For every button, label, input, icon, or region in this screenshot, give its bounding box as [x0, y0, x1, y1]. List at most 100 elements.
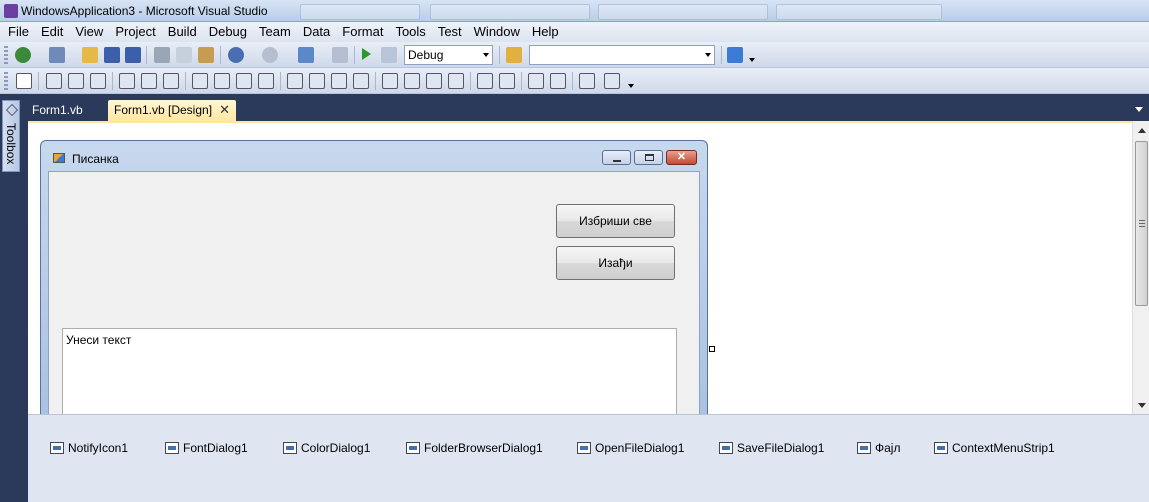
navigate-backward-icon[interactable]	[298, 47, 314, 63]
tray-folderbrowserdialog[interactable]: FolderBrowserDialog1	[406, 439, 543, 457]
align-centers-icon[interactable]	[68, 73, 84, 89]
tab-form1-code-label: Form1.vb	[32, 103, 83, 117]
tray-item-label: SaveFileDialog1	[737, 441, 825, 455]
title-bar: WindowsApplication3 - Microsoft Visual S…	[0, 0, 1149, 22]
separator	[280, 72, 281, 90]
attach-process-icon[interactable]	[381, 47, 397, 63]
tray-file-menu[interactable]: Фајл	[857, 439, 900, 457]
menu-debug[interactable]: Debug	[203, 22, 253, 42]
tab-form1-code[interactable]: Form1.vb	[26, 100, 89, 121]
toolbar-overflow-icon[interactable]	[749, 58, 755, 62]
horizontal-spacing-decrease-icon[interactable]	[331, 73, 347, 89]
close-icon: ✕	[676, 151, 687, 163]
center-horizontally-icon[interactable]	[477, 73, 493, 89]
background-window-ghost	[430, 4, 590, 20]
vertical-spacing-decrease-icon[interactable]	[426, 73, 442, 89]
send-to-back-icon[interactable]	[550, 73, 566, 89]
resize-handle[interactable]	[709, 346, 715, 352]
tray-savefiledialog[interactable]: SaveFileDialog1	[719, 439, 824, 457]
menu-data[interactable]: Data	[297, 22, 336, 42]
center-vertically-icon[interactable]	[499, 73, 515, 89]
toolbox-tab[interactable]: Toolbox	[2, 100, 20, 172]
tab-form1-design[interactable]: Form1.vb [Design] ✕	[108, 100, 237, 121]
separator	[375, 72, 376, 90]
size-to-grid-icon[interactable]	[214, 73, 230, 89]
menu-help[interactable]: Help	[526, 22, 565, 42]
tray-contextmenustrip[interactable]: ContextMenuStrip1	[934, 439, 1055, 457]
solution-explorer-icon[interactable]	[727, 47, 743, 63]
lock-controls-icon[interactable]	[604, 73, 620, 89]
make-same-height-icon[interactable]	[236, 73, 252, 89]
bring-to-front-icon[interactable]	[528, 73, 544, 89]
scroll-up-icon[interactable]	[1138, 128, 1146, 133]
scroll-thumb[interactable]	[1135, 141, 1148, 306]
tray-colordialog[interactable]: ColorDialog1	[283, 439, 370, 457]
make-same-width-icon[interactable]	[192, 73, 208, 89]
tray-notifyicon[interactable]: NotifyIcon1	[50, 439, 128, 457]
maximize-button[interactable]	[634, 150, 663, 165]
start-debugging-icon[interactable]	[362, 48, 371, 60]
tray-openfiledialog[interactable]: OpenFileDialog1	[577, 439, 684, 457]
menu-file[interactable]: File	[2, 22, 35, 42]
form-window[interactable]: Писанка ✕ Избриши све Изађи Унеси текст	[40, 140, 708, 414]
exit-button[interactable]: Изађи	[556, 246, 675, 280]
save-all-icon[interactable]	[125, 47, 141, 63]
separator	[521, 72, 522, 90]
horizontal-spacing-equal-icon[interactable]	[287, 73, 303, 89]
tab-order-icon[interactable]	[579, 73, 595, 89]
menu-tools[interactable]: Tools	[389, 22, 431, 42]
close-icon[interactable]: ✕	[219, 100, 230, 120]
vertical-spacing-increase-icon[interactable]	[404, 73, 420, 89]
menu-build[interactable]: Build	[162, 22, 203, 42]
add-item-icon[interactable]	[49, 47, 65, 63]
chevron-down-icon[interactable]	[1135, 107, 1143, 112]
separator	[185, 72, 186, 90]
vertical-spacing-remove-icon[interactable]	[448, 73, 464, 89]
toolbox-icon	[6, 104, 18, 116]
horizontal-spacing-increase-icon[interactable]	[309, 73, 325, 89]
align-lefts-icon[interactable]	[46, 73, 62, 89]
align-bottoms-icon[interactable]	[163, 73, 179, 89]
menu-edit[interactable]: Edit	[35, 22, 69, 42]
background-window-ghost	[300, 4, 420, 20]
navigate-forward-icon[interactable]	[332, 47, 348, 63]
align-tops-icon[interactable]	[119, 73, 135, 89]
grip-icon	[1139, 220, 1145, 227]
find-in-files-icon[interactable]	[506, 47, 522, 63]
menu-window[interactable]: Window	[468, 22, 526, 42]
solution-configuration-dropdown[interactable]: Debug	[404, 45, 493, 65]
align-rights-icon[interactable]	[90, 73, 106, 89]
menu-test[interactable]: Test	[432, 22, 468, 42]
make-same-size-icon[interactable]	[258, 73, 274, 89]
designer-vertical-scrollbar[interactable]	[1132, 121, 1149, 414]
paste-icon[interactable]	[198, 47, 214, 63]
tray-fontdialog[interactable]: FontDialog1	[165, 439, 248, 457]
find-combo[interactable]	[529, 45, 715, 65]
menu-project[interactable]: Project	[109, 22, 161, 42]
undo-icon[interactable]	[228, 47, 244, 63]
save-icon[interactable]	[104, 47, 120, 63]
new-project-icon[interactable]	[15, 47, 31, 63]
separator	[38, 72, 39, 90]
redo-icon[interactable]	[262, 47, 278, 63]
menu-format[interactable]: Format	[336, 22, 389, 42]
toolbar-overflow-icon[interactable]	[628, 84, 634, 88]
text-input-box[interactable]: Унеси текст	[62, 328, 677, 414]
form-close-button[interactable]: ✕	[666, 150, 697, 165]
menu-view[interactable]: View	[69, 22, 109, 42]
scroll-down-icon[interactable]	[1138, 403, 1146, 408]
align-middles-icon[interactable]	[141, 73, 157, 89]
menu-team[interactable]: Team	[253, 22, 297, 42]
toolbar-grip[interactable]	[4, 72, 8, 90]
open-file-icon[interactable]	[82, 47, 98, 63]
form-title: Писанка	[72, 152, 119, 166]
copy-icon[interactable]	[176, 47, 192, 63]
cut-icon[interactable]	[154, 47, 170, 63]
align-to-grid-icon[interactable]	[16, 73, 32, 89]
horizontal-spacing-remove-icon[interactable]	[353, 73, 369, 89]
minimize-button[interactable]	[602, 150, 631, 165]
vertical-spacing-equal-icon[interactable]	[382, 73, 398, 89]
designer-surface[interactable]: Писанка ✕ Избриши све Изађи Унеси текст	[28, 121, 1132, 414]
clear-all-button[interactable]: Избриши све	[556, 204, 675, 238]
toolbar-grip[interactable]	[4, 46, 8, 64]
